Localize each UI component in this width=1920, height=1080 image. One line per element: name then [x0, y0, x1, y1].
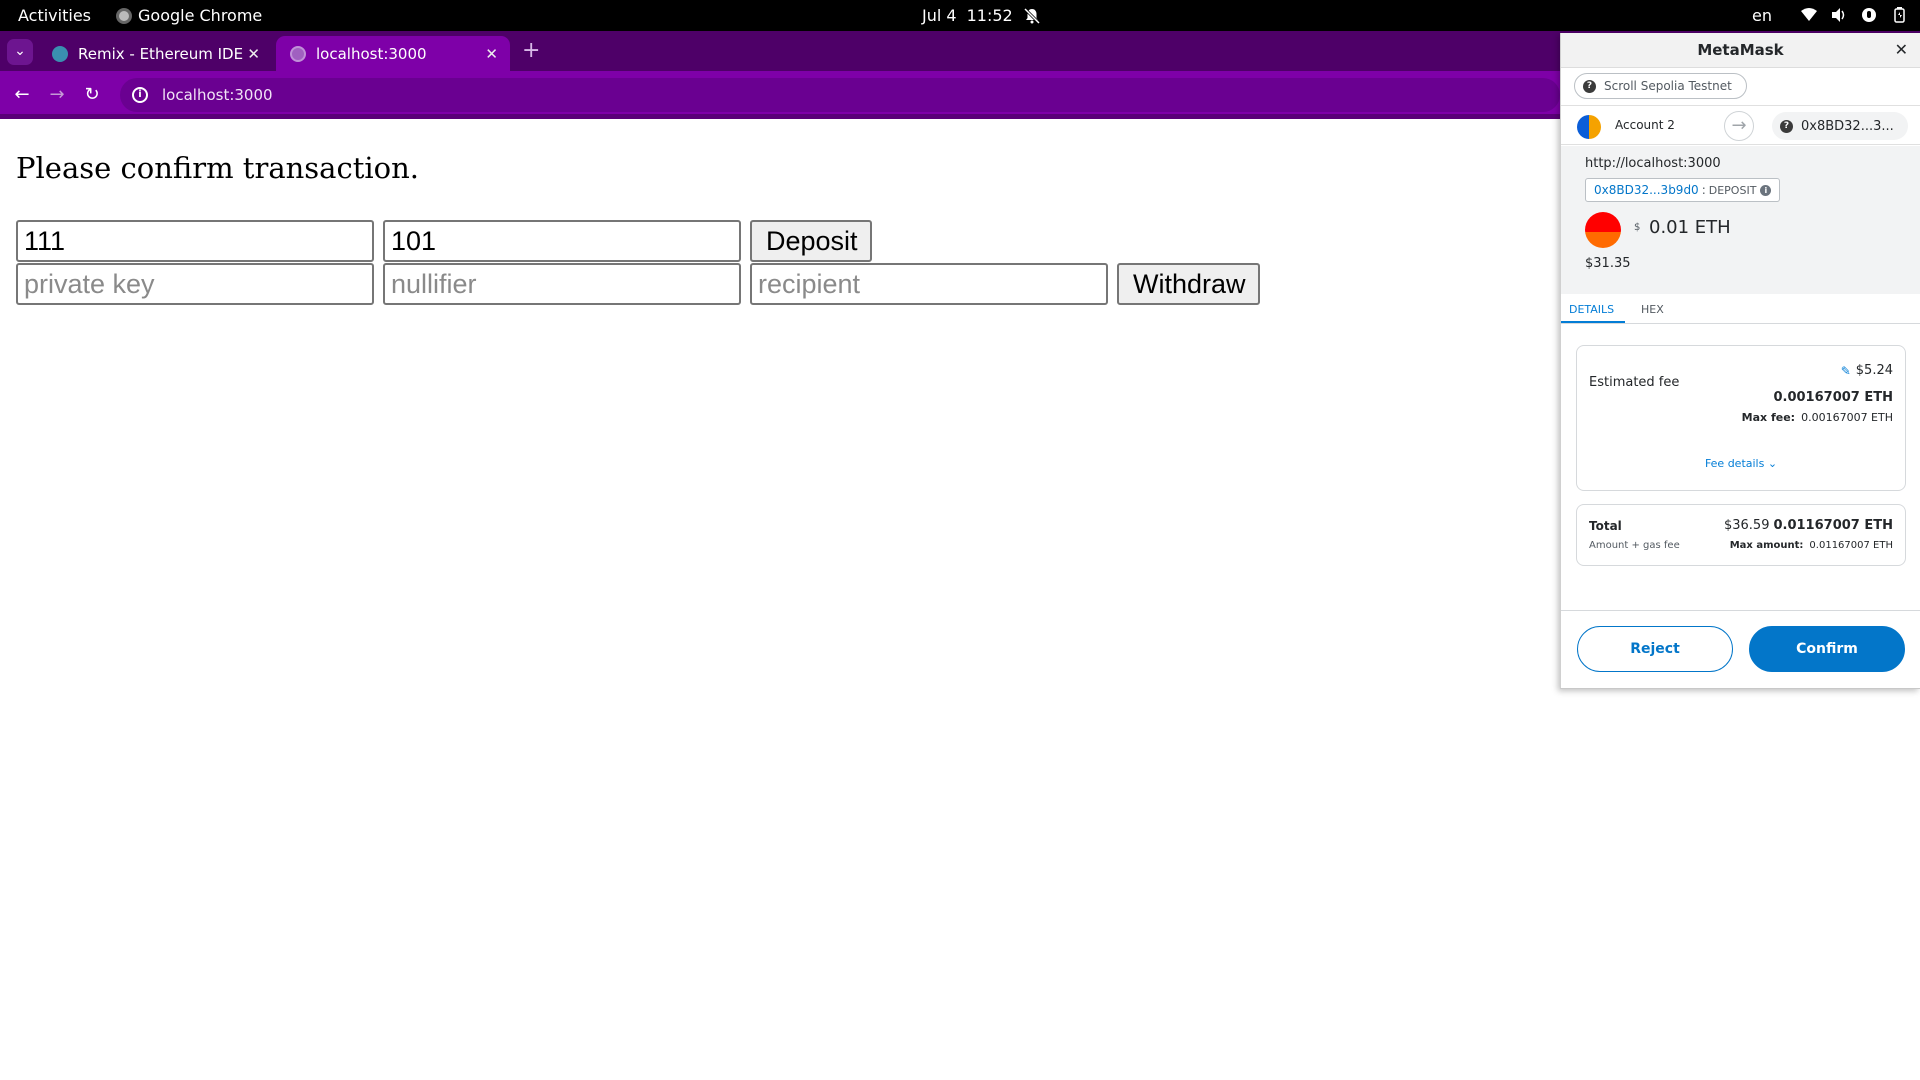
site-info-icon[interactable]: i [132, 87, 148, 103]
metamask-popup: MetaMask ✕ ? Scroll Sepolia Testnet Acco… [1560, 33, 1920, 689]
recipient-unknown-icon: ? [1780, 119, 1793, 133]
tab-remix[interactable]: Remix - Ethereum IDE ✕ [38, 36, 272, 71]
clock-time: 11:52 [966, 6, 1013, 25]
sender-recipient-row: Account 2 → ? 0x8BD32...3... [1561, 105, 1920, 145]
close-icon[interactable]: ✕ [1895, 33, 1908, 67]
metamask-titlebar: MetaMask ✕ [1561, 33, 1920, 68]
activities-button[interactable]: Activities [18, 6, 91, 25]
contract-address[interactable]: 0x8BD32...3b9d0 [1594, 183, 1699, 197]
network-name: Scroll Sepolia Testnet [1604, 79, 1732, 93]
max-fee-label: Max fee: [1741, 411, 1796, 424]
notifications-off-icon [1023, 7, 1040, 24]
tab-title: localhost:3000 [316, 44, 427, 63]
system-top-bar: Activities Google Chrome Jul 4 11:52 en [0, 0, 1920, 31]
edit-gas-icon[interactable]: ✎ [1841, 364, 1851, 378]
address-url: localhost:3000 [162, 86, 273, 104]
withdraw-button[interactable]: Withdraw [1117, 263, 1260, 305]
back-arrow-icon[interactable]: ← [10, 83, 34, 107]
total-card: Total Amount + gas fee $36.59 0.01167007 … [1576, 504, 1906, 566]
tab-details[interactable]: DETAILS [1569, 303, 1614, 316]
estimated-fee-fiat-row: ✎ $5.24 [1841, 363, 1893, 378]
fee-details-label: Fee details [1704, 457, 1765, 470]
recipient-pill[interactable]: ? 0x8BD32...3... [1772, 112, 1908, 140]
clock[interactable]: Jul 4 11:52 [922, 6, 1041, 25]
tab-localhost[interactable]: localhost:3000 ✕ [276, 36, 510, 71]
new-tab-plus-icon[interactable]: + [522, 38, 540, 63]
deposit-input-1[interactable] [16, 220, 374, 262]
page-heading: Please confirm transaction. [16, 151, 419, 185]
deposit-input-2[interactable] [383, 220, 741, 262]
globe-favicon-icon [290, 45, 306, 62]
network-token-icon [1585, 212, 1621, 248]
chrome-icon [116, 7, 132, 24]
app-menu[interactable]: Google Chrome [116, 6, 262, 25]
private-key-input[interactable] [16, 263, 374, 305]
footer-divider [1561, 610, 1920, 611]
reload-icon[interactable]: ↻ [80, 83, 104, 107]
chevron-down-icon: ⌄ [1767, 457, 1778, 470]
battery-icon [1894, 7, 1905, 23]
estimated-fee-fiat: $5.24 [1855, 363, 1893, 378]
total-value-row: $36.59 0.01167007 ETH [1724, 518, 1893, 533]
nullifier-input[interactable] [383, 263, 741, 305]
arrow-right-icon: → [1724, 111, 1754, 141]
estimated-fee-card: Estimated fee ✎ $5.24 0.00167007 ETH Max… [1576, 345, 1906, 491]
remix-favicon-icon [52, 45, 68, 62]
tab-search-button[interactable]: ⌄ [7, 39, 33, 65]
contract-method-pill[interactable]: 0x8BD32...3b9d0 : DEPOSIT i [1585, 178, 1781, 202]
total-eth: 0.01167007 ETH [1773, 518, 1893, 533]
max-amount-row: Max amount: 0.01167007 ETH [1730, 540, 1893, 551]
total-fiat: $36.59 [1723, 518, 1770, 533]
network-unknown-icon: ? [1583, 79, 1596, 93]
transaction-summary: http://localhost:3000 0x8BD32...3b9d0 : … [1561, 146, 1920, 294]
forward-arrow-icon[interactable]: → [45, 83, 69, 107]
info-icon[interactable]: i [1760, 184, 1772, 196]
request-origin: http://localhost:3000 [1585, 156, 1721, 171]
transaction-amount-fiat: $31.35 [1585, 256, 1631, 271]
fee-details-link[interactable]: Fee details ⌄ [1577, 457, 1905, 470]
details-tabs: DETAILS HEX [1561, 294, 1920, 324]
estimated-fee-label: Estimated fee [1589, 375, 1680, 390]
max-fee-value: 0.00167007 ETH [1801, 411, 1893, 424]
confirm-button[interactable]: Confirm [1749, 626, 1905, 672]
volume-icon [1832, 8, 1845, 22]
clock-date: Jul 4 [922, 6, 957, 25]
max-fee-row: Max fee: 0.00167007 ETH [1742, 411, 1893, 424]
address-bar[interactable]: i localhost:3000 [120, 78, 1560, 112]
recipient-input[interactable] [750, 263, 1108, 305]
amount-currency-symbol: $ [1634, 222, 1641, 233]
max-amount-label: Max amount: [1729, 540, 1804, 551]
reject-button[interactable]: Reject [1577, 626, 1733, 672]
estimated-fee-eth: 0.00167007 ETH [1773, 390, 1893, 405]
active-tab-indicator [1561, 321, 1625, 323]
total-label: Total [1589, 519, 1622, 533]
app-name: Google Chrome [138, 6, 263, 25]
keyboard-layout-indicator[interactable]: en [1752, 6, 1772, 25]
tab-hex[interactable]: HEX [1641, 303, 1664, 316]
total-sublabel: Amount + gas fee [1589, 540, 1680, 551]
max-amount-value: 0.01167007 ETH [1809, 540, 1893, 551]
tab-title: Remix - Ethereum IDE [78, 44, 244, 63]
recipient-address: 0x8BD32...3... [1801, 118, 1894, 134]
transaction-amount: 0.01 ETH [1649, 217, 1731, 238]
method-separator: : [1701, 183, 1706, 197]
account-avatar [1577, 115, 1601, 139]
privacy-indicator-icon [1862, 8, 1876, 22]
account-name[interactable]: Account 2 [1615, 118, 1675, 132]
system-status-area[interactable] [1800, 6, 1908, 24]
wifi-icon [1801, 8, 1817, 21]
method-name: DEPOSIT [1708, 183, 1757, 197]
close-tab-icon[interactable]: ✕ [247, 45, 260, 63]
metamask-title: MetaMask [1697, 41, 1784, 59]
network-pill[interactable]: ? Scroll Sepolia Testnet [1574, 73, 1747, 99]
deposit-button[interactable]: Deposit [750, 220, 872, 262]
close-tab-icon[interactable]: ✕ [485, 45, 498, 63]
